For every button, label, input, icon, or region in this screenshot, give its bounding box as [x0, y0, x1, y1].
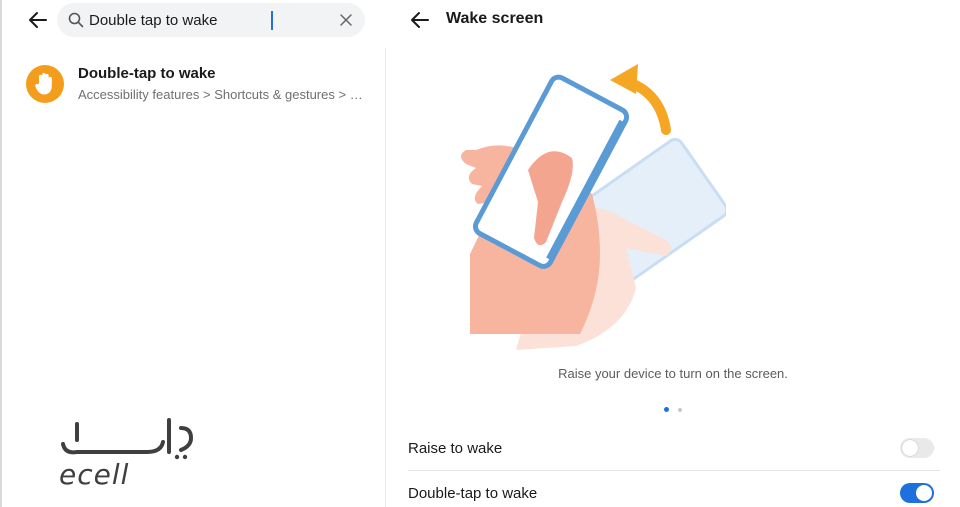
carousel-indicator [386, 401, 960, 419]
page-title: Wake screen [446, 10, 544, 27]
result-breadcrumb: Accessibility features > Shortcuts & ges… [78, 87, 368, 102]
setting-double-tap-to-wake[interactable]: Double-tap to wake [408, 472, 940, 507]
toggle-knob [902, 440, 918, 456]
search-result-item[interactable]: Double-tap to wake Accessibility feature… [2, 58, 387, 112]
raise-to-wake-illustration [461, 64, 726, 350]
search-input[interactable] [89, 3, 325, 37]
page-dot[interactable] [677, 407, 682, 412]
search-icon [68, 12, 84, 28]
watermark-latin: ecell [59, 458, 130, 491]
hand-icon [26, 65, 64, 103]
search-pane: Double-tap to wake Accessibility feature… [0, 0, 385, 507]
illustration-caption: Raise your device to turn on the screen. [558, 366, 788, 381]
back-arrow-icon[interactable] [406, 6, 434, 34]
back-arrow-icon[interactable] [24, 6, 52, 34]
raise-to-wake-toggle[interactable] [900, 438, 934, 458]
clear-icon[interactable] [337, 11, 355, 29]
watermark-logo: ecell [57, 410, 197, 491]
setting-label: Double-tap to wake [408, 485, 538, 502]
result-title: Double-tap to wake [78, 65, 216, 82]
detail-pane: Wake screen Raise your device to turn on… [386, 0, 960, 507]
setting-raise-to-wake[interactable]: Raise to wake [408, 427, 940, 471]
setting-label: Raise to wake [408, 440, 503, 457]
toggle-knob [916, 485, 932, 501]
page-dot-active[interactable] [664, 407, 670, 413]
double-tap-to-wake-toggle[interactable] [900, 483, 934, 503]
search-bar[interactable] [57, 3, 365, 37]
watermark-arabic-script [61, 418, 194, 460]
text-cursor [271, 11, 273, 30]
